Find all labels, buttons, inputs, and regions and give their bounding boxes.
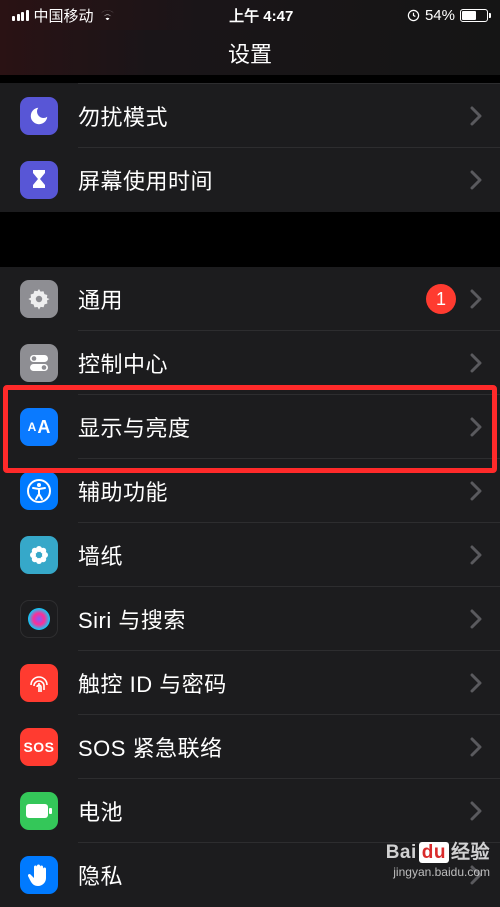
chevron-right-icon (470, 289, 482, 309)
chevron-right-icon (470, 353, 482, 373)
row-accessibility[interactable]: 辅助功能 (0, 459, 500, 523)
sos-icon: SOS (20, 728, 58, 766)
row-wallpaper[interactable]: 墙纸 (0, 523, 500, 587)
status-left: 中国移动 (12, 5, 116, 26)
row-general[interactable]: 通用 1 (0, 267, 500, 331)
row-label: 通用 (78, 283, 426, 315)
battery-icon (460, 9, 488, 22)
signal-icon (12, 10, 29, 21)
flower-icon (20, 536, 58, 574)
carrier-label: 中国移动 (34, 5, 94, 26)
row-label: 触控 ID 与密码 (78, 667, 470, 699)
row-label: Siri 与搜索 (78, 603, 470, 635)
row-battery[interactable]: 电池 (0, 779, 500, 843)
row-label: SOS 紧急联络 (78, 731, 470, 763)
hand-icon (20, 856, 58, 894)
settings-group-1: 勿扰模式 屏幕使用时间 (0, 83, 500, 212)
chevron-right-icon (470, 417, 482, 437)
row-siri[interactable]: Siri 与搜索 (0, 587, 500, 651)
text-size-icon: AA (20, 408, 58, 446)
chevron-right-icon (470, 481, 482, 501)
wifi-icon (99, 9, 116, 22)
row-label: 控制中心 (78, 347, 470, 379)
siri-icon (20, 600, 58, 638)
moon-icon (20, 97, 58, 135)
chevron-right-icon (470, 801, 482, 821)
watermark: Baidu经验 jingyan.baidu.com (386, 841, 490, 881)
chevron-right-icon (470, 673, 482, 693)
fingerprint-icon (20, 664, 58, 702)
row-sos[interactable]: SOS SOS 紧急联络 (0, 715, 500, 779)
status-bar: 中国移动 上午 4:47 54% (0, 0, 500, 30)
hourglass-icon (20, 161, 58, 199)
accessibility-icon (20, 472, 58, 510)
row-label: 屏幕使用时间 (78, 164, 470, 196)
row-label: 辅助功能 (78, 475, 470, 507)
settings-group-2: 通用 1 控制中心 AA 显示与亮度 辅助功能 墙纸 (0, 267, 500, 907)
chevron-right-icon (470, 737, 482, 757)
notification-badge: 1 (426, 284, 456, 314)
row-touchid[interactable]: 触控 ID 与密码 (0, 651, 500, 715)
rotation-lock-icon (407, 9, 420, 22)
chevron-right-icon (470, 609, 482, 629)
page-title: 设置 (0, 30, 500, 75)
gear-icon (20, 280, 58, 318)
chevron-right-icon (470, 106, 482, 126)
row-control-center[interactable]: 控制中心 (0, 331, 500, 395)
battery-row-icon (20, 792, 58, 830)
chevron-right-icon (470, 170, 482, 190)
row-label: 墙纸 (78, 539, 470, 571)
battery-pct: 54% (425, 7, 455, 24)
row-display-brightness[interactable]: AA 显示与亮度 (0, 395, 500, 459)
status-right: 54% (407, 7, 488, 24)
row-label: 电池 (78, 795, 470, 827)
row-screen-time[interactable]: 屏幕使用时间 (0, 148, 500, 212)
row-label: 显示与亮度 (78, 411, 470, 443)
row-do-not-disturb[interactable]: 勿扰模式 (0, 84, 500, 148)
row-label: 勿扰模式 (78, 100, 470, 132)
toggles-icon (20, 344, 58, 382)
chevron-right-icon (470, 545, 482, 565)
status-time: 上午 4:47 (229, 5, 293, 26)
